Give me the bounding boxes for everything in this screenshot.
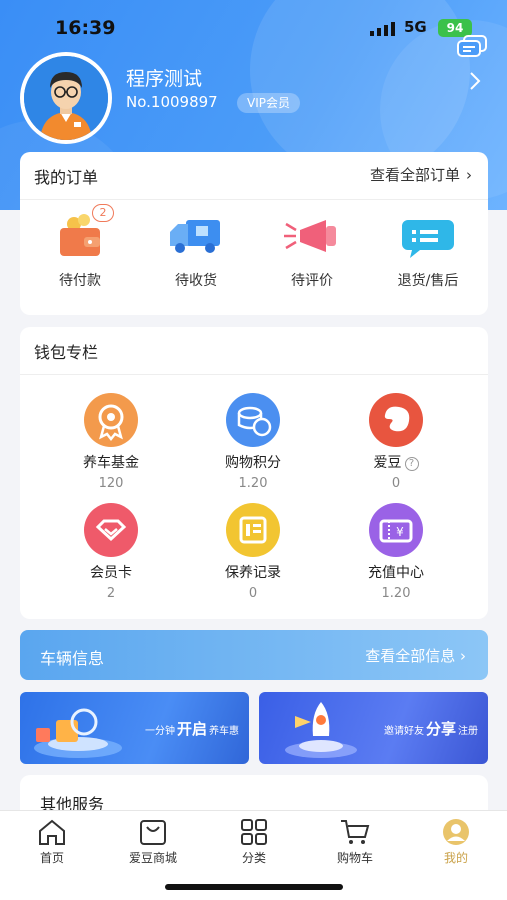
banner-text: 邀请好友 分享 注册 — [383, 720, 478, 738]
tab-label: 爱豆商城 — [128, 851, 177, 865]
banner-invite-friends[interactable]: 邀请好友 分享 注册 — [259, 692, 488, 764]
view-all-orders-label: 查看全部订单 — [369, 166, 460, 184]
wallet-item-value: 0 — [248, 586, 258, 601]
chevron-right-icon: › — [466, 166, 472, 184]
tab-home[interactable]: 首页 — [12, 817, 92, 866]
wallet-item-label: 会员卡 — [90, 565, 132, 581]
tab-label: 我的 — [443, 851, 468, 865]
avatar[interactable] — [20, 52, 112, 144]
coins-icon — [226, 393, 280, 447]
bean-icon — [369, 393, 423, 447]
home-icon — [39, 819, 65, 845]
grid-icon — [241, 819, 267, 845]
chevron-right-icon: › — [455, 647, 466, 665]
view-all-orders-link[interactable]: 查看全部订单 › — [370, 164, 472, 185]
diamond-card-icon — [84, 503, 138, 557]
wallet-item-label: 爱豆? — [336, 452, 456, 472]
message-icon[interactable] — [456, 34, 488, 60]
megaphone-icon — [284, 220, 336, 252]
vehicle-info-bar[interactable]: 车辆信息 查看全部信息 › — [20, 630, 488, 680]
view-all-vehicle-link[interactable]: 查看全部信息 › — [365, 645, 466, 666]
wallet-item-value: 120 — [98, 476, 124, 491]
wallet-item-label: 保养记录 — [225, 565, 281, 581]
tab-cart[interactable]: 购物车 — [315, 817, 395, 866]
order-pending-receipt[interactable]: 待收货 — [146, 210, 246, 290]
user-number: No.1009897 — [126, 93, 218, 111]
order-item-label: 退货/售后 — [397, 273, 459, 289]
wallet-item-label: 购物积分 — [225, 455, 281, 471]
tab-label: 首页 — [39, 851, 64, 865]
wallet-item-shopping-points[interactable]: 购物积分 1.20 — [193, 393, 313, 491]
tab-label: 购物车 — [336, 851, 373, 865]
shop-bag-icon — [140, 820, 166, 845]
user-name: 程序测试 — [126, 68, 203, 90]
status-bar: 16:39 5G 94 — [0, 0, 507, 58]
tab-bean-mall[interactable]: 爱豆商城 — [113, 817, 193, 866]
order-after-sales[interactable]: 退货/售后 — [378, 210, 478, 290]
profile-icon — [443, 819, 469, 845]
my-orders-card: 我的订单 查看全部订单 › 2 待付款 待收货 待评价 退货/售后 — [20, 152, 488, 315]
orders-title: 我的订单 — [34, 168, 99, 187]
banner-text: 一分钟 开启 养车惠 — [144, 720, 239, 738]
chevron-right-icon[interactable] — [468, 70, 482, 92]
tab-category[interactable]: 分类 — [214, 817, 294, 866]
signal-icon — [370, 22, 395, 36]
banner-illustration — [34, 708, 122, 758]
cart-icon — [341, 820, 370, 844]
order-item-label: 待评价 — [291, 273, 333, 289]
wallet-item-value: 2 — [106, 586, 116, 601]
recharge-icon: ¥ — [369, 503, 423, 557]
vehicle-info-title: 车辆信息 — [40, 649, 105, 668]
wallet-item-recharge-center[interactable]: ¥ 充值中心 1.20 — [336, 503, 456, 601]
divider — [20, 374, 488, 375]
truck-icon — [170, 220, 220, 253]
network-type: 5G — [404, 18, 427, 36]
wallet-item-beans[interactable]: 爱豆? 0 — [336, 393, 456, 491]
tab-mine[interactable]: 我的 — [416, 817, 496, 866]
svg-text:¥: ¥ — [396, 525, 404, 539]
banner-illustration — [285, 702, 357, 758]
wallet-card: 钱包专栏 养车基金 120 购物积分 1.20 爱豆? 0 会员卡 2 保养记录 — [20, 327, 488, 619]
order-item-label: 待付款 — [59, 273, 101, 289]
wallet-title: 钱包专栏 — [34, 343, 99, 362]
wallet-item-value: 1.20 — [381, 586, 411, 601]
service-chat-icon — [402, 220, 454, 258]
wallet-item-car-fund[interactable]: 养车基金 120 — [51, 393, 171, 491]
home-indicator[interactable] — [165, 884, 343, 890]
wallet-item-label: 养车基金 — [83, 455, 139, 471]
status-time: 16:39 — [55, 17, 116, 39]
wallet-item-member-card[interactable]: 会员卡 2 — [51, 503, 171, 601]
view-all-vehicle-label: 查看全部信息 — [365, 647, 456, 665]
order-item-label: 待收货 — [175, 273, 217, 289]
avatar-person-icon — [24, 56, 108, 140]
divider — [20, 199, 488, 200]
help-icon[interactable]: ? — [404, 457, 419, 471]
wallet-item-maintenance-record[interactable]: 保养记录 0 — [193, 503, 313, 601]
record-icon — [226, 503, 280, 557]
pending-payment-badge: 2 — [92, 204, 114, 222]
wallet-item-value: 1.20 — [238, 476, 268, 491]
vip-badge: VIP会员 — [237, 93, 300, 113]
order-pending-payment[interactable]: 2 待付款 — [30, 204, 130, 290]
banner-car-care[interactable]: 一分钟 开启 养车惠 — [20, 692, 249, 764]
tab-label: 分类 — [241, 851, 266, 865]
medal-icon — [84, 393, 138, 447]
wallet-item-label: 充值中心 — [368, 565, 424, 581]
wallet-item-value: 0 — [391, 476, 401, 491]
order-pending-review[interactable]: 待评价 — [262, 210, 362, 290]
